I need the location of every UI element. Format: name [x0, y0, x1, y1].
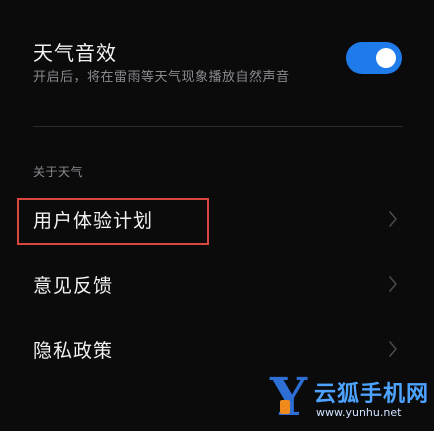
privacy-policy-label: 隐私政策 — [33, 340, 114, 362]
feedback-label: 意见反馈 — [33, 275, 114, 297]
watermark-name: 云狐手机网 — [314, 382, 430, 407]
watermark-logo-accent — [280, 400, 290, 414]
weather-sound-title: 天气音效 — [33, 41, 117, 65]
watermark: Y 云狐手机网 www.yunhu.net — [270, 372, 434, 431]
weather-sound-toggle[interactable] — [346, 42, 402, 74]
toggle-knob — [376, 48, 396, 68]
chevron-right-icon — [389, 341, 397, 357]
watermark-logo: Y — [270, 367, 308, 428]
weather-sound-description: 开启后，将在雷雨等天气现象播放自然声音 — [33, 70, 290, 85]
chevron-right-icon — [389, 276, 397, 292]
chevron-right-icon — [389, 211, 397, 227]
watermark-url: www.yunhu.net — [316, 406, 402, 419]
divider — [33, 126, 403, 127]
feedback-item[interactable]: 意见反馈 — [0, 253, 434, 317]
highlight-box — [17, 198, 209, 245]
weather-sound-setting: 天气音效 开启后，将在雷雨等天气现象播放自然声音 — [0, 0, 434, 120]
weather-settings-screen: 天气音效 开启后，将在雷雨等天气现象播放自然声音 关于天气 用户体验计划 意见反… — [0, 0, 434, 431]
about-weather-header: 关于天气 — [33, 165, 84, 179]
